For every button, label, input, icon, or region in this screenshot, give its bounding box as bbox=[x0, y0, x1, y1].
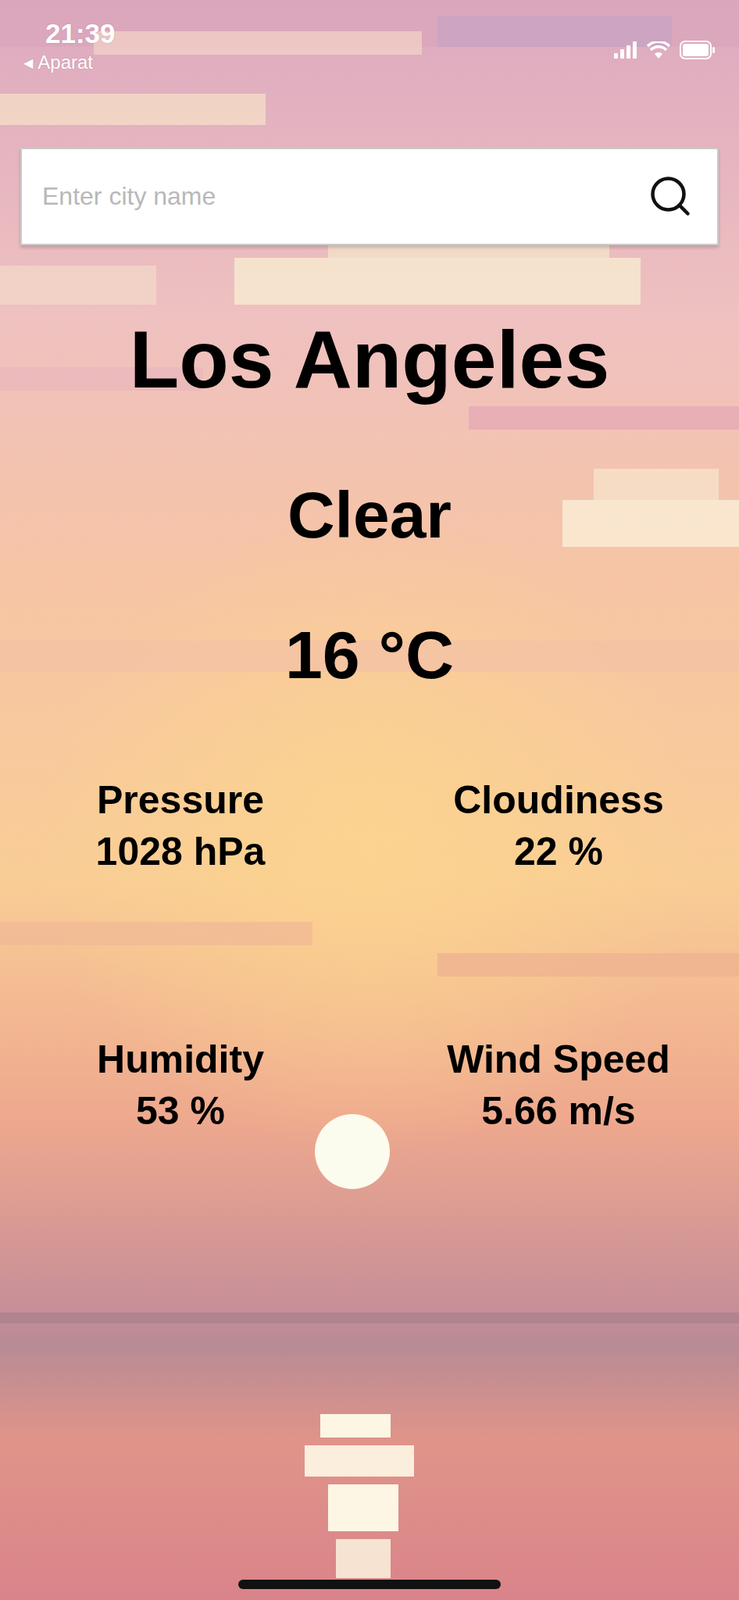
weather-condition: Clear bbox=[287, 475, 452, 555]
back-link[interactable]: ◀Aparat bbox=[23, 51, 116, 75]
city-name: Los Angeles bbox=[129, 310, 611, 409]
stat-item: Pressure1028 hPa bbox=[24, 774, 337, 878]
stat-label: Wind Speed bbox=[446, 1033, 671, 1086]
status-time: 21:39 bbox=[45, 17, 116, 50]
wifi-icon bbox=[646, 41, 671, 59]
search-button[interactable] bbox=[646, 172, 694, 220]
signal-icon bbox=[614, 41, 638, 59]
status-bar: 21:39◀Aparat bbox=[0, 0, 739, 75]
stat-value: 1028 hPa bbox=[96, 825, 266, 878]
search-bar bbox=[20, 147, 719, 246]
stat-item: Wind Speed5.66 m/s bbox=[402, 1033, 715, 1137]
battery-icon bbox=[679, 40, 716, 60]
weather-screen: 21:39◀Aparat Los Angeles Clear 16 °C Pressur… bbox=[0, 0, 739, 1600]
back-arrow-icon[interactable]: ◀ bbox=[23, 55, 33, 71]
stat-label: Pressure bbox=[96, 774, 265, 826]
stat-item: Humidity53 % bbox=[24, 1033, 337, 1137]
stat-label: Cloudiness bbox=[453, 774, 664, 826]
stat-value: 5.66 m/s bbox=[481, 1085, 636, 1137]
stat-item: Cloudiness22 % bbox=[402, 774, 715, 878]
stat-value: 22 % bbox=[514, 825, 604, 878]
city-search-input[interactable] bbox=[42, 166, 635, 227]
home-indicator bbox=[238, 1579, 501, 1589]
stats-grid: Pressure1028 hPa Cloudiness22 % Humidity53… bbox=[24, 774, 715, 1137]
stat-label: Humidity bbox=[96, 1033, 265, 1086]
search-icon[interactable] bbox=[646, 172, 694, 220]
stat-value: 53 % bbox=[135, 1085, 225, 1137]
temperature: 16 °C bbox=[285, 614, 454, 696]
